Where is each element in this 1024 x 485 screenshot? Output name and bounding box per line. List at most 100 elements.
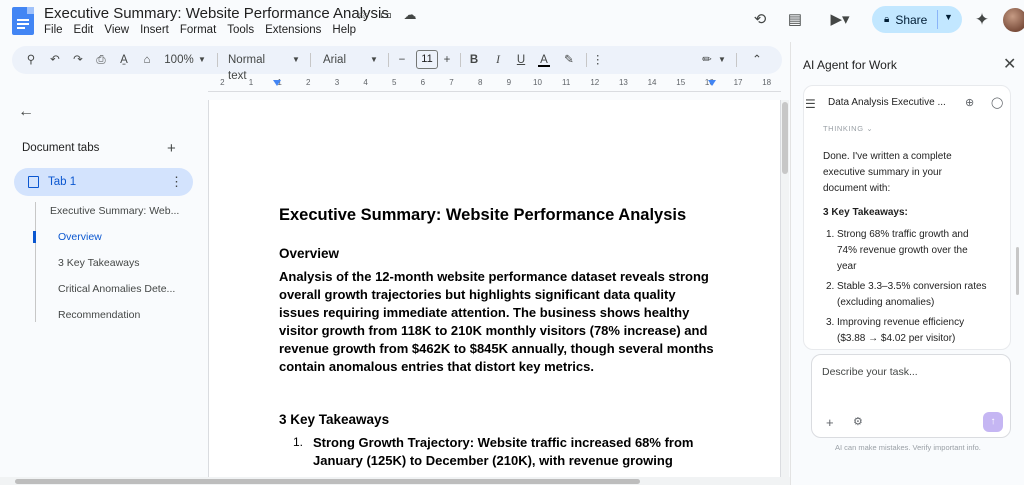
underline-button[interactable]: U: [515, 52, 527, 68]
tab-label: Tab 1: [48, 176, 77, 188]
overview-heading[interactable]: Overview: [279, 246, 339, 261]
ruler-tick: 14: [647, 78, 657, 87]
editing-mode-caret-icon[interactable]: ▼: [717, 52, 727, 68]
undo-icon[interactable]: ↶: [48, 52, 62, 68]
add-attachment-icon[interactable]: +: [826, 415, 834, 430]
ruler-tick: 3: [334, 78, 340, 87]
version-history-icon[interactable]: ⟲: [750, 10, 770, 30]
increase-font-size-icon[interactable]: +: [441, 52, 453, 68]
menu-edit[interactable]: Edit: [74, 24, 94, 36]
outline-item-overview[interactable]: Overview: [58, 231, 102, 243]
font-caret-icon[interactable]: ▼: [369, 52, 379, 68]
outline-item-anomalies[interactable]: Critical Anomalies Dete...: [58, 283, 175, 295]
takeaways-heading[interactable]: 3 Key Takeaways: [279, 412, 389, 427]
italic-button[interactable]: I: [492, 52, 504, 68]
thinking-label[interactable]: THINKING ⌄: [823, 124, 873, 133]
document-scrollbar[interactable]: [781, 100, 789, 485]
menu-extensions[interactable]: Extensions: [265, 24, 321, 36]
share-button[interactable]: 🔒︎ Share ▼: [872, 6, 962, 33]
menu-format[interactable]: Format: [180, 24, 216, 36]
menu-bar: File Edit View Insert Format Tools Exten…: [44, 24, 356, 36]
decrease-font-size-icon[interactable]: −: [396, 52, 408, 68]
left-indent-marker[interactable]: [273, 80, 281, 86]
print-icon[interactable]: ⎙: [94, 52, 108, 68]
comments-icon[interactable]: ▤: [785, 10, 805, 30]
back-arrow-icon[interactable]: ←: [18, 103, 34, 121]
zoom-select[interactable]: 100%: [164, 52, 194, 68]
chevron-down-icon[interactable]: ▼: [944, 12, 953, 22]
redo-icon[interactable]: ↷: [71, 52, 85, 68]
menu-tools[interactable]: Tools: [227, 24, 254, 36]
ruler-tick: 2: [306, 78, 311, 87]
send-button[interactable]: ↑: [983, 412, 1003, 432]
avatar[interactable]: [1003, 8, 1024, 32]
menu-view[interactable]: View: [104, 24, 129, 36]
star-icon[interactable]: ☆: [354, 7, 370, 23]
menu-help[interactable]: Help: [332, 24, 356, 36]
lock-icon: 🔒︎: [884, 14, 890, 25]
more-options-icon[interactable]: ⋮: [592, 52, 604, 68]
bold-button[interactable]: B: [468, 52, 480, 68]
ruler-tick: 8: [477, 78, 483, 87]
editing-mode-icon[interactable]: ✏: [700, 52, 714, 68]
outline-item-recommendation[interactable]: Recommendation: [58, 309, 140, 321]
close-icon[interactable]: ✕: [1003, 54, 1016, 74]
ruler-tick: 4: [363, 78, 368, 87]
add-tab-icon[interactable]: +: [167, 140, 176, 157]
menu-insert[interactable]: Insert: [140, 24, 169, 36]
document-tabs-header: Document tabs: [22, 142, 100, 154]
ai-panel-title: AI Agent for Work: [803, 58, 897, 72]
ai-panel-scrollbar[interactable]: [1016, 247, 1019, 295]
move-folder-icon[interactable]: ▭: [378, 7, 394, 23]
cloud-saved-icon[interactable]: ☁: [402, 7, 418, 23]
font-select[interactable]: Arial: [323, 52, 363, 68]
new-chat-icon[interactable]: ⊕: [965, 96, 974, 109]
ai-disclaimer: AI can make mistakes. Verify important i…: [835, 443, 981, 452]
ruler-tick: 12: [590, 78, 600, 87]
tab-more-icon[interactable]: ⋮: [170, 174, 183, 190]
list-item[interactable]: Strong Growth Trajectory: Website traffi…: [313, 434, 733, 470]
list-number: 1.: [293, 435, 304, 449]
ai-agent-panel: AI Agent for Work ✕ ☰ Data Analysis Exec…: [790, 42, 1024, 485]
ruler-tick: 10: [533, 78, 542, 87]
paint-format-icon[interactable]: ⌂: [140, 52, 154, 68]
search-menus-icon[interactable]: ⚲: [24, 52, 38, 68]
document-page[interactable]: Executive Summary: Website Performance A…: [208, 100, 781, 485]
ruler-tick: 2: [220, 78, 225, 87]
font-size-input[interactable]: 11: [416, 50, 438, 69]
horizontal-scrollbar[interactable]: [0, 477, 790, 485]
ruler-tick: 9: [506, 78, 512, 87]
ruler-tick: 5: [391, 78, 397, 87]
text-color-button[interactable]: A: [538, 52, 550, 67]
zoom-caret-icon[interactable]: ▼: [197, 52, 207, 68]
ruler-tick: 6: [420, 78, 426, 87]
toolbar: ⚲ ↶ ↷ ⎙ A̱ ⌂ 100% ▼ Normal text ▼ Arial …: [12, 46, 782, 82]
ruler-tick: 17: [733, 78, 743, 87]
ai-takeaways-label: 3 Key Takeaways:: [823, 207, 908, 218]
task-input[interactable]: Describe your task... + ⚙ ↑: [811, 354, 1011, 438]
conversation-title[interactable]: Data Analysis Executive ...: [828, 97, 946, 108]
spellcheck-icon[interactable]: A̱: [117, 52, 131, 68]
outline-item-title[interactable]: Executive Summary: Web...: [50, 205, 179, 217]
highlight-icon[interactable]: ✎: [562, 52, 576, 68]
right-indent-marker[interactable]: [708, 80, 716, 86]
tab-1[interactable]: Tab 1 ⋮: [14, 168, 193, 196]
document-title[interactable]: Executive Summary: Website Performance A…: [44, 5, 389, 22]
docs-logo-icon[interactable]: [12, 7, 34, 35]
ruler-tick: 18: [762, 78, 772, 87]
sparkle-icon[interactable]: ✦: [972, 10, 992, 30]
menu-icon[interactable]: ☰: [805, 97, 816, 111]
ruler[interactable]: 2 1 1 2 3 4 5 6 7 8 9 10 11 12 13 14 15 16 17 18: [208, 78, 781, 92]
menu-file[interactable]: File: [44, 24, 63, 36]
ruler-tick: 11: [561, 78, 571, 87]
style-select[interactable]: Normal text: [228, 52, 286, 82]
ai-message-intro: Done. I've written a complete executive …: [823, 151, 952, 194]
doc-title-heading[interactable]: Executive Summary: Website Performance A…: [279, 206, 686, 225]
hide-menus-icon[interactable]: ⌃: [750, 52, 764, 68]
style-caret-icon[interactable]: ▼: [291, 52, 301, 68]
meet-icon[interactable]: ▶▾: [825, 10, 855, 30]
overview-paragraph[interactable]: Analysis of the 12-month website perform…: [279, 268, 719, 376]
outline-item-takeaways[interactable]: 3 Key Takeaways: [58, 257, 140, 269]
settings-tune-icon[interactable]: ⚙: [853, 415, 863, 428]
profile-icon[interactable]: ◯: [991, 96, 1003, 109]
